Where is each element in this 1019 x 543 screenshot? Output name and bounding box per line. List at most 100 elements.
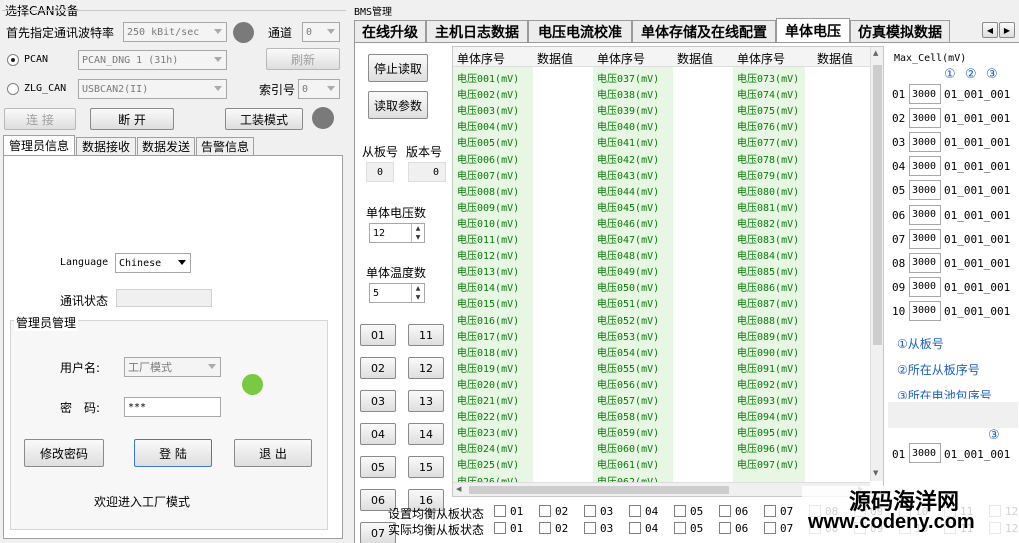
pcan-label: PCAN (24, 54, 49, 65)
grid-cell-label: 电压050(mV) (597, 283, 660, 295)
refresh-button[interactable]: 刷新 (266, 48, 340, 70)
balance-set-label: 设置均衡从板状态 (388, 507, 485, 521)
grid-vertical-scrollbar[interactable]: ▲ ▼ (870, 47, 883, 481)
stepper-arrows-icon[interactable]: ▲ ▼ (411, 284, 424, 302)
max-row-code: 01_001_001 (944, 184, 1011, 198)
logout-button[interactable]: 退 出 (234, 439, 312, 467)
balance-set-checkbox[interactable] (539, 505, 551, 517)
grid-cell-label: 电压090(mV) (737, 347, 800, 359)
max-row-value[interactable]: 3000 (909, 228, 941, 249)
lower-row-value[interactable]: 3000 (909, 443, 941, 463)
max-row-value[interactable]: 3000 (909, 180, 941, 201)
board-button-01[interactable]: 01 (360, 324, 396, 346)
version-field: 0 (408, 162, 446, 182)
circled-header-1: ① (944, 67, 956, 82)
balance-actual-checkbox[interactable] (629, 522, 641, 534)
max-row-value[interactable]: 3000 (909, 204, 941, 225)
max-row-value[interactable]: 3000 (909, 156, 941, 177)
scroll-up-icon[interactable]: ▲ (873, 49, 878, 57)
max-row-value[interactable]: 3000 (909, 300, 941, 321)
board-button-13[interactable]: 13 (408, 390, 444, 412)
tab-cell-voltage[interactable]: 单体电压 (776, 18, 850, 42)
max-row-value[interactable]: 3000 (909, 276, 941, 297)
connect-button[interactable]: 连 接 (4, 108, 76, 130)
balance-actual-checkbox[interactable] (674, 522, 686, 534)
stop-read-button[interactable]: 停止读取 (368, 54, 428, 82)
board-button-11[interactable]: 11 (408, 324, 444, 346)
grid-cell-label: 电压007(mV) (457, 170, 520, 182)
factory-mode-button[interactable]: 工装模式 (225, 108, 303, 130)
board-button-03[interactable]: 03 (360, 390, 396, 412)
stepper-arrows-icon[interactable]: ▲ ▼ (411, 224, 424, 242)
board-button-14[interactable]: 14 (408, 423, 444, 445)
tab-simulation-data[interactable]: 仿真模拟数据 (850, 20, 950, 42)
board-button-15[interactable]: 15 (408, 456, 444, 478)
watermark-line2: www.codeny.com (808, 511, 975, 533)
grid-cell-label: 电压054(mV) (597, 347, 660, 359)
max-row-value[interactable]: 3000 (909, 132, 941, 153)
language-select[interactable]: Chinese (115, 253, 191, 273)
tab-scroll-left-button[interactable]: ◀ (982, 22, 998, 38)
balance-set-checkbox[interactable] (674, 505, 686, 517)
tab-cell-storage-config[interactable]: 单体存储及在线配置 (632, 20, 776, 42)
balance-actual-checkbox[interactable] (719, 522, 731, 534)
password-field[interactable]: *** (124, 397, 221, 417)
grid-cell-label: 电压081(mV) (737, 202, 800, 214)
read-params-button[interactable]: 读取参数 (368, 91, 428, 119)
grid-cell-label: 电压094(mV) (737, 412, 800, 424)
balance-set-checkbox[interactable] (719, 505, 731, 517)
board-button-05[interactable]: 05 (360, 456, 396, 478)
scroll-down-icon[interactable]: ▼ (873, 469, 878, 477)
change-password-button[interactable]: 修改密码 (24, 439, 104, 467)
board-button-02[interactable]: 02 (360, 357, 396, 379)
scrollbar-thumb[interactable] (469, 486, 729, 494)
max-row-value[interactable]: 3000 (909, 108, 941, 129)
scroll-left-icon[interactable]: ◀ (456, 485, 461, 493)
tab-data-send[interactable]: 数据发送 (137, 137, 195, 155)
pcan-select[interactable]: PCAN_DNG 1 (31h) (78, 50, 227, 70)
balance-set-checkbox[interactable] (629, 505, 641, 517)
grid-header: 数据值 (537, 52, 574, 66)
grid-cell-label: 电压005(mV) (457, 138, 520, 150)
balance-actual-checkbox[interactable] (584, 522, 596, 534)
balance-actual-checkbox[interactable] (494, 522, 506, 534)
grid-cell-label: 电压074(mV) (737, 90, 800, 102)
tab-admin-info[interactable]: 管理员信息 (3, 135, 75, 155)
chevron-down-icon (214, 86, 222, 91)
zlg-radio[interactable] (7, 83, 19, 95)
baud-select[interactable]: 250 kBit/sec (123, 22, 227, 42)
tab-alarm-info[interactable]: 告警信息 (196, 137, 254, 155)
username-select[interactable]: 工厂模式 (124, 357, 221, 377)
balance-set-checkbox[interactable] (584, 505, 596, 517)
balance-actual-checkbox[interactable] (764, 522, 776, 534)
channel-select[interactable]: 0 (302, 22, 340, 42)
grid-cell-label: 电压059(mV) (597, 428, 660, 440)
balance-set-label: 07 (780, 505, 794, 518)
index-select[interactable]: 0 (298, 79, 340, 99)
grid-cell-label: 电压022(mV) (457, 412, 520, 424)
balance-set-checkbox[interactable] (764, 505, 776, 517)
pcan-radio[interactable] (7, 54, 19, 66)
max-row-index: 09 (892, 280, 906, 294)
board-button-04[interactable]: 04 (360, 423, 396, 445)
grid-cell-label: 电压040(mV) (597, 122, 660, 134)
balance-set-checkbox[interactable] (494, 505, 506, 517)
tab-data-receive[interactable]: 数据接收 (76, 137, 136, 155)
tab-host-log[interactable]: 主机日志数据 (426, 20, 528, 42)
max-row-index: 06 (892, 208, 906, 222)
login-button[interactable]: 登 陆 (134, 439, 212, 467)
voltage-grid[interactable]: 单体序号 数据值 单体序号 数据值 单体序号 数据值 电压001(mV) 电压00… (452, 46, 884, 497)
tab-scroll-right-button[interactable]: ▶ (999, 22, 1015, 38)
zlg-select[interactable]: USBCAN2(II) (78, 79, 227, 99)
tab-vi-calibration[interactable]: 电压电流校准 (528, 20, 632, 42)
max-row-value[interactable]: 3000 (909, 252, 941, 273)
max-row-value[interactable]: 3000 (909, 84, 941, 104)
baud-label: 首先指定通讯波特率 (6, 26, 115, 40)
index-label: 索引号 (259, 83, 296, 97)
tab-online-upgrade[interactable]: 在线升级 (354, 20, 426, 42)
scrollbar-thumb[interactable] (873, 65, 882, 345)
disconnect-button[interactable]: 断 开 (90, 108, 174, 130)
balance-actual-checkbox[interactable] (539, 522, 551, 534)
board-button-12[interactable]: 12 (408, 357, 444, 379)
bms-panel: BMS管理 在线升级 主机日志数据 电压电流校准 单体存储及在线配置 单体电压 … (352, 0, 1019, 543)
